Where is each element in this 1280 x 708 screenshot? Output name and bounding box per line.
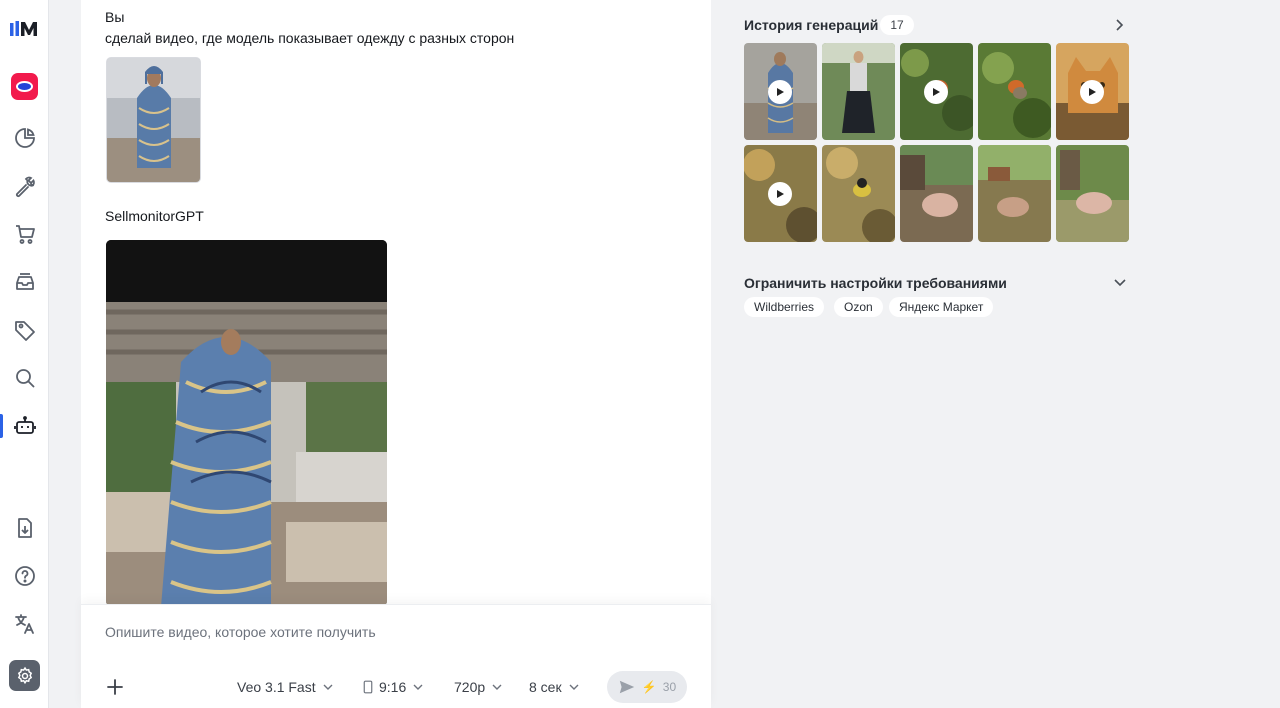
history-tile[interactable] xyxy=(744,145,817,242)
duration-select[interactable]: 8 сек xyxy=(529,677,580,697)
model-select-value: Veo 3.1 Fast xyxy=(237,679,316,695)
generated-video[interactable] xyxy=(106,240,387,606)
history-tile[interactable] xyxy=(900,43,973,140)
chip-wildberries[interactable]: Wildberries xyxy=(744,297,825,317)
bolt-icon: ⚡ xyxy=(641,680,657,694)
send-cost: 30 xyxy=(662,680,677,694)
send-button[interactable]: ⚡ 30 xyxy=(607,671,687,703)
attach-button[interactable] xyxy=(105,677,125,697)
logo[interactable] xyxy=(9,17,41,41)
history-tile[interactable] xyxy=(1056,145,1129,242)
bot-author: SellmonitorGPT xyxy=(105,208,204,224)
sidebar-item-inbox[interactable] xyxy=(0,262,49,302)
tools-icon xyxy=(15,176,35,198)
play-icon xyxy=(768,182,792,206)
sidebar-item-analytics[interactable] xyxy=(0,118,49,158)
search-icon xyxy=(15,369,34,388)
aspect-select[interactable]: 9:16 xyxy=(363,677,424,697)
inbox-icon xyxy=(15,273,34,290)
translate-icon xyxy=(14,614,34,634)
sidebar xyxy=(0,0,49,708)
play-icon xyxy=(768,80,792,104)
history-title: История генераций xyxy=(744,17,879,33)
history-count-badge: 17 xyxy=(880,15,914,35)
sidebar-item-cart[interactable] xyxy=(0,214,49,254)
history-tile[interactable] xyxy=(822,145,895,242)
prompt-input[interactable] xyxy=(105,624,665,640)
chevron-right-icon[interactable] xyxy=(1112,18,1126,32)
ozon-app-icon[interactable] xyxy=(11,73,38,100)
chevron-down-icon xyxy=(323,684,333,690)
bot-icon xyxy=(13,416,36,434)
composer: Veo 3.1 Fast 9:16 720p 8 сек ⚡ 30 xyxy=(81,604,711,708)
resolution-select-value: 720p xyxy=(454,679,486,695)
send-icon xyxy=(619,680,635,694)
history-tile[interactable] xyxy=(1056,43,1129,140)
sidebar-item-download[interactable] xyxy=(0,508,49,548)
history-tile[interactable] xyxy=(900,145,973,242)
chip-yandex-market[interactable]: Яндекс Маркет xyxy=(889,297,994,317)
history-tile[interactable] xyxy=(978,43,1051,140)
download-icon xyxy=(17,518,32,538)
cart-icon xyxy=(15,225,35,244)
aspect-select-value: 9:16 xyxy=(379,679,407,695)
limit-settings-title[interactable]: Ограничить настройки требованиями xyxy=(744,275,1007,291)
play-icon xyxy=(924,80,948,104)
chevron-down-icon[interactable] xyxy=(1113,275,1127,289)
user-attached-image[interactable] xyxy=(106,57,201,183)
sidebar-item-help[interactable] xyxy=(0,556,49,596)
chip-ozon[interactable]: Ozon xyxy=(834,297,883,317)
plus-icon xyxy=(107,679,123,695)
sidebar-item-settings[interactable] xyxy=(9,660,40,691)
play-icon xyxy=(1080,80,1104,104)
chevron-down-icon xyxy=(569,684,579,690)
tag-icon xyxy=(14,321,35,341)
help-icon xyxy=(14,566,35,586)
phone-icon xyxy=(363,680,373,694)
user-message-text: сделай видео, где модель показывает одеж… xyxy=(105,30,515,46)
sidebar-item-tag[interactable] xyxy=(0,310,49,350)
history-tile[interactable] xyxy=(978,145,1051,242)
duration-select-value: 8 сек xyxy=(529,679,562,695)
sidebar-item-tools[interactable] xyxy=(0,166,49,206)
chevron-down-icon xyxy=(492,684,502,690)
sidebar-item-search[interactable] xyxy=(0,358,49,398)
history-tile[interactable] xyxy=(744,43,817,140)
analytics-icon xyxy=(14,128,35,148)
history-tile[interactable] xyxy=(822,43,895,140)
chevron-down-icon xyxy=(413,684,423,690)
model-select[interactable]: Veo 3.1 Fast xyxy=(237,677,334,697)
user-author: Вы xyxy=(105,9,125,25)
chat-panel: Вы сделай видео, где модель показывает о… xyxy=(81,0,711,708)
resolution-select[interactable]: 720p xyxy=(454,677,503,697)
sidebar-item-translate[interactable] xyxy=(0,604,49,644)
sidebar-item-bot[interactable] xyxy=(0,406,49,446)
settings-icon xyxy=(17,666,32,684)
